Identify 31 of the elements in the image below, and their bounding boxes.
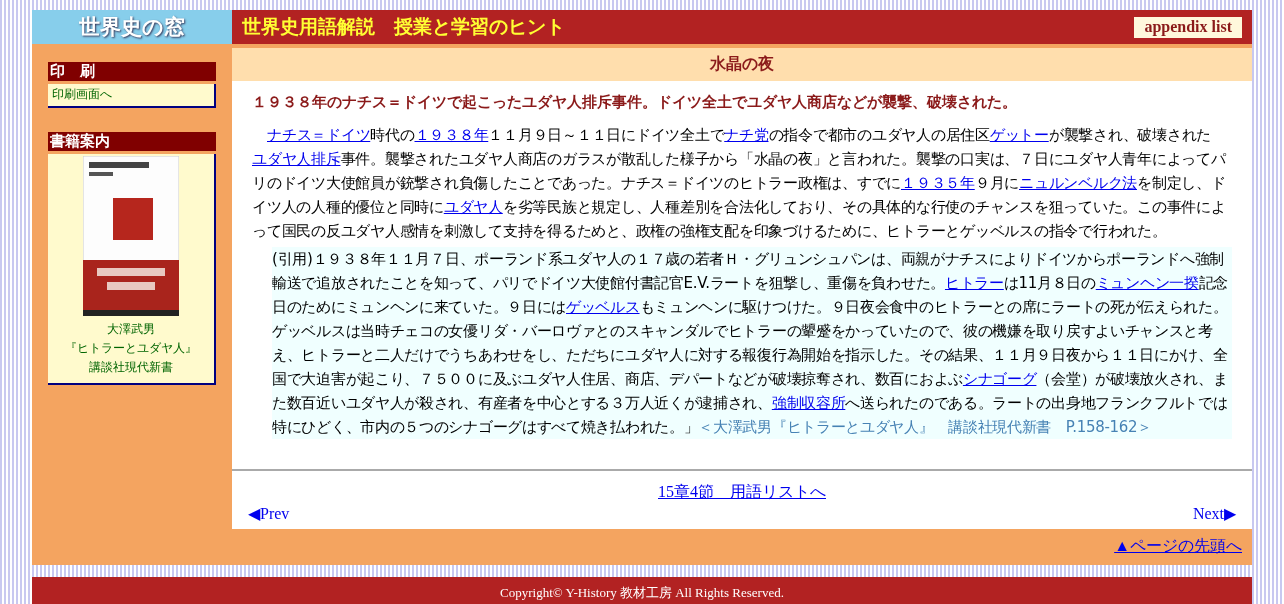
appendix-button[interactable]: appendix list — [1134, 16, 1242, 38]
term-link[interactable]: ニュルンベルク法 — [1019, 174, 1137, 192]
page-title: 世界史用語解説 授業と学習のヒント — [242, 14, 565, 39]
term-link[interactable]: ナチ党 — [724, 126, 769, 144]
copyright: Copyright© Y-History 教材工房 All Rights Reserved. — [500, 585, 784, 600]
term-link[interactable]: ミュンヘン一揆 — [1095, 274, 1199, 292]
book-info: 大澤武男 — [107, 321, 155, 338]
quote-paragraph: (引用)１９３８年１１月７日、ポーランド系ユダヤ人の１７歳の若者Ｈ・グリュンシュパンは、両親がナチスによりドイツからポーランドへ強制輸送で追放されたことを知って、パリでドイツ大使館付書記官E.V.ラートを狙撃し、重傷を負わせた。ヒトラーは11月８日のミュンヘン一揆記念日のためにミュンヘンに来ていた。９日にはゲッベルス もミュンヘンに駆けつけた。９日夜会食中のヒトラーとの席にラートの死が伝えられた。ゲッベルスは当時チェコの女優リダ・バーロヴァとのスキャンダルでヒトラーの顰蹙をかっていたので、彼の機嫌を取り戻すよいチャンスと考え、ヒトラーと二人だけでうちあわせをし、ただちにユダヤ人に対する報復行為開始を指示した。その結果、１１月９日夜から１１日にかけ、全国で大迫害が起こり、７５００に及ぶユダヤ人住居、商店、デパートなどが破壊掠奪され、数百におよぶシナゴーグ（会堂）が破壊放火され、また数百近いユダヤ人が殺され、有産者を中心とする３万人近くが逮捕され、強制収容所へ送られたのである。ラートの出身地フランクフルトでは特にひどく、市内の５つのシナゴーグはすべて焼き払われた。」＜大澤武男『ヒトラーとユダヤ人』 講談社現代新書 P.158-162＞ — [272, 247, 1232, 439]
body-paragraph: ナチス＝ドイツ時代の １９３８年１１月９日～１１日にドイツ全土でナチ党の指令で都市のユダヤ人の居住区ゲットーが襲撃され、破壊された ユダヤ人排斥事件。襲撃されたユダヤ人商店のガラスが散乱した様子から「水晶の夜」と言われた。襲撃の口実は、７日にユダヤ人青年によってパリのドイツ大使館員が銃撃され負傷したことであった。ナチス＝ドイツのヒトラー政権は、すでに １９３５年９月にニュルンベルク法を制定し、ドイツ人の人種的優位と同時にユダヤ人を劣等民族と規定し、人種差別を合法化しており、その具体的な行使のチャンスを狙っていた。この事件によって国民の反ユダヤ人感情を刺激して支持を得るためと、政権の強権支配を印象づけるために、ヒトラーとゲッベルスの指令で行われた。 — [252, 125, 1227, 242]
term-link[interactable]: １９３５年 — [901, 174, 975, 192]
book-info: 講談社現代新書 — [89, 359, 173, 376]
article-title: 水晶の夜 — [232, 48, 1252, 81]
prev-link[interactable]: ◀Prev — [248, 503, 290, 525]
page-top-link[interactable]: ▲ページの先頭へ — [1114, 537, 1242, 554]
book-info: 『ヒトラーとユダヤ人』 — [65, 340, 197, 357]
term-link[interactable]: ゲッベルス — [566, 298, 640, 316]
term-link[interactable]: シナゴーグ — [962, 370, 1037, 388]
sidebar-heading: 書籍案内 — [48, 132, 216, 151]
sidebar-heading: 印 刷 — [48, 62, 216, 81]
term-link[interactable]: ゲットー — [989, 126, 1049, 144]
next-link[interactable]: Next▶ — [1192, 503, 1236, 525]
lead-sentence: １９３８年のナチス＝ドイツで起こったユダヤ人排斥事件。ドイツ全土でユダヤ人商店などが襲撃、破壊された。 — [252, 92, 1018, 113]
source-citation: ＜大澤武男『ヒトラーとユダヤ人』 講談社現代新書 P.158-162＞ — [698, 418, 1152, 436]
term-link[interactable]: ユダヤ人 — [443, 198, 503, 216]
term-link[interactable]: ヒトラー — [944, 274, 1004, 292]
print-link[interactable]: 印刷画面へ — [52, 86, 210, 102]
term-list-link[interactable]: 15章4節 用語リストへ — [658, 481, 826, 503]
term-link[interactable]: ユダヤ人排斥 — [252, 150, 341, 168]
term-link[interactable]: 強制収容所 — [771, 394, 846, 412]
term-link[interactable]: ナチス＝ドイツ — [267, 126, 371, 144]
term-link[interactable]: １９３８年 — [414, 126, 489, 144]
